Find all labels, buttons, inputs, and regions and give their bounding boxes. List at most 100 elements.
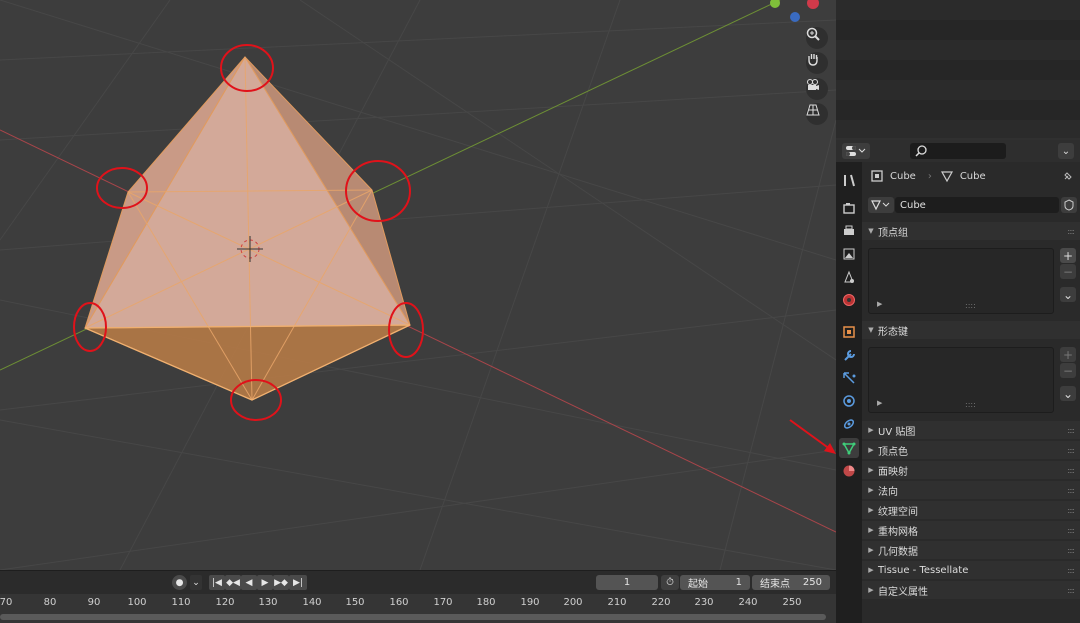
timeline-ruler[interactable]: 70 80 90 100 110 120 130 140 150 160 170…	[0, 594, 836, 623]
breadcrumb: Cube › Cube	[862, 166, 1080, 186]
render-tab-icon[interactable]	[839, 198, 859, 218]
constraints-tab-icon[interactable]	[839, 414, 859, 434]
tick-label: 70	[0, 597, 13, 608]
geometry-data-panel-header[interactable]: ▶ 几何数据 ::::	[862, 541, 1080, 559]
mesh-browse-icon[interactable]	[868, 197, 894, 213]
expand-arrow-icon: ▼	[868, 326, 874, 334]
start-frame-field[interactable]: 起始 1	[680, 575, 750, 590]
gizmo-y-axis-icon[interactable]	[770, 0, 780, 8]
shape-keys-panel-header[interactable]: ▼ 形态键	[862, 321, 1080, 339]
current-frame-value: 1	[623, 577, 631, 588]
face-maps-panel-header[interactable]: ▶ 面映射 ::::	[862, 461, 1080, 479]
drag-handle-icon[interactable]: ::::	[1067, 526, 1075, 535]
list-expand-icon[interactable]: ▶	[877, 300, 882, 308]
drag-handle-icon[interactable]: ::::	[1067, 466, 1075, 475]
shape-key-specials-icon[interactable]: ⌄	[1060, 386, 1076, 401]
play-icon[interactable]: ▶	[257, 575, 273, 590]
stopwatch-icon[interactable]: ⏱	[661, 575, 679, 590]
shape-keys-list[interactable]: ▶ ::::	[868, 347, 1054, 413]
viewport-canvas[interactable]	[0, 0, 836, 570]
record-icon[interactable]: ●	[172, 575, 187, 590]
tick-label: 80	[43, 597, 57, 608]
drag-handle-icon[interactable]: ::::	[1067, 506, 1075, 515]
vertex-groups-list[interactable]: ▶ ::::	[868, 248, 1054, 314]
shape-keys-title: 形态键	[878, 326, 908, 338]
list-resize-handle-icon[interactable]: ::::	[965, 301, 976, 310]
options-dropdown-icon[interactable]: ⌄	[1058, 143, 1074, 159]
uv-maps-panel-header[interactable]: ▶ UV 贴图 ::::	[862, 421, 1080, 439]
jump-end-icon[interactable]: ▶|	[289, 575, 307, 590]
tissue-tessellate-panel-header[interactable]: ▶ Tissue - Tessellate ::::	[862, 561, 1080, 579]
breadcrumb-mesh: Cube	[959, 170, 986, 182]
timeline-scrollbar[interactable]	[0, 614, 826, 620]
tick-label: 160	[389, 597, 409, 608]
outliner-panel[interactable]	[836, 0, 1080, 138]
pin-icon[interactable]	[1062, 170, 1074, 182]
view-layer-tab-icon[interactable]	[839, 244, 859, 264]
drag-handle-icon[interactable]: ::::	[1067, 566, 1075, 575]
drag-handle-icon[interactable]: ::::	[1067, 446, 1075, 455]
drag-handle-icon[interactable]: ::::	[1067, 546, 1075, 555]
next-keyframe-icon[interactable]: ▶◆	[273, 575, 289, 590]
tick-label: 100	[127, 597, 147, 608]
fake-user-icon[interactable]	[1061, 197, 1077, 213]
texture-space-panel-header[interactable]: ▶ 纹理空间 ::::	[862, 501, 1080, 519]
section-title: Tissue - Tessellate	[878, 564, 969, 576]
collapsed-arrow-icon: ▶	[868, 426, 874, 434]
properties-content: Cube › Cube Cube ▼ 顶点组 :::: ▶ :::: + − ⌄…	[862, 162, 1080, 623]
vertex-colors-panel-header[interactable]: ▶ 顶点色 ::::	[862, 441, 1080, 459]
prev-keyframe-icon[interactable]: ◆◀	[225, 575, 241, 590]
output-tab-icon[interactable]	[839, 221, 859, 241]
add-shape-key-button[interactable]: +	[1060, 347, 1076, 362]
collapsed-arrow-icon: ▶	[868, 506, 874, 514]
record-options-icon[interactable]: ⌄	[190, 575, 202, 590]
physics-tab-icon[interactable]	[839, 391, 859, 411]
drag-handle-icon[interactable]: ::::	[1067, 426, 1075, 435]
vertex-groups-panel-header[interactable]: ▼ 顶点组 ::::	[862, 222, 1080, 240]
remove-shape-key-button[interactable]: −	[1060, 363, 1076, 378]
current-frame-field[interactable]: 1	[596, 575, 658, 590]
selected-mesh[interactable]	[84, 56, 411, 401]
mesh-data-tab-icon[interactable]	[839, 438, 859, 458]
collapsed-arrow-icon: ▶	[868, 466, 874, 474]
tool-tab-icon[interactable]	[839, 170, 859, 190]
drag-handle-icon[interactable]: ::::	[1067, 486, 1075, 495]
list-expand-icon[interactable]: ▶	[877, 399, 882, 407]
remove-vertex-group-button[interactable]: −	[1060, 264, 1076, 279]
drag-handle-icon[interactable]: ::::	[1067, 227, 1075, 236]
zoom-icon[interactable]	[806, 27, 828, 49]
end-frame-field[interactable]: 结束点 250	[752, 575, 830, 590]
vertex-group-specials-icon[interactable]: ⌄	[1060, 287, 1076, 302]
start-frame-value: 1	[735, 577, 742, 588]
play-reverse-icon[interactable]: ◀	[241, 575, 257, 590]
section-title: 几何数据	[878, 546, 918, 558]
section-title: 面映射	[878, 466, 908, 478]
breadcrumb-separator: ›	[927, 170, 932, 182]
tick-label: 220	[651, 597, 671, 608]
jump-start-icon[interactable]: |◀	[209, 575, 225, 590]
custom-properties-panel-header[interactable]: ▶ 自定义属性 ::::	[862, 581, 1080, 599]
modifier-tab-icon[interactable]	[839, 345, 859, 365]
world-tab-icon[interactable]	[839, 290, 859, 310]
drag-handle-icon[interactable]: ::::	[1067, 586, 1075, 595]
normals-panel-header[interactable]: ▶ 法向 ::::	[862, 481, 1080, 499]
gizmo-z-axis-icon[interactable]	[790, 12, 800, 22]
hand-pan-icon[interactable]	[806, 52, 828, 74]
particles-tab-icon[interactable]	[839, 368, 859, 388]
3d-viewport[interactable]	[0, 0, 836, 570]
editor-type-icon[interactable]	[842, 143, 870, 159]
search-input[interactable]	[910, 143, 1006, 159]
scene-tab-icon[interactable]	[839, 267, 859, 287]
list-resize-handle-icon[interactable]: ::::	[965, 400, 976, 409]
mesh-name-field[interactable]: Cube	[895, 197, 1059, 213]
add-vertex-group-button[interactable]: +	[1060, 248, 1076, 263]
grid-perspective-icon[interactable]	[806, 103, 828, 125]
vertex-groups-title: 顶点组	[878, 227, 908, 239]
camera-icon[interactable]	[806, 78, 828, 100]
section-title: UV 贴图	[878, 426, 916, 438]
tick-label: 90	[87, 597, 101, 608]
gizmo-x-axis-icon[interactable]	[807, 0, 819, 9]
material-tab-icon[interactable]	[839, 461, 859, 481]
remesh-panel-header[interactable]: ▶ 重构网格 ::::	[862, 521, 1080, 539]
object-tab-icon[interactable]	[839, 322, 859, 342]
